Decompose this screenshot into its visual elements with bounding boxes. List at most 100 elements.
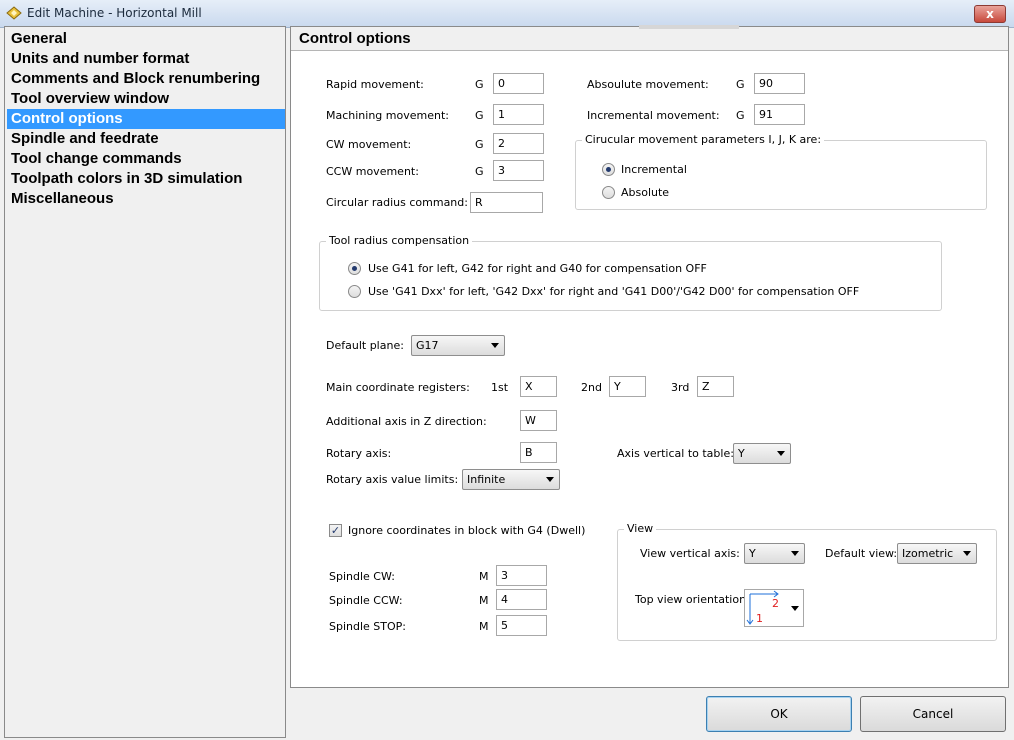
spindle-stop-prefix: M xyxy=(479,620,489,633)
rotary-limits-value: Infinite xyxy=(467,473,506,486)
panel-tab-indicator xyxy=(639,25,739,29)
chevron-down-icon xyxy=(777,451,785,456)
circular-params-group: Cirucular movement parameters I, J, K ar… xyxy=(575,133,987,210)
ijk-absolute-label: Absolute xyxy=(621,186,670,199)
app-icon xyxy=(6,6,22,20)
view-group-title: View xyxy=(624,522,657,535)
chevron-down-icon xyxy=(791,551,799,556)
coordinate-registers-label: Main coordinate registers: xyxy=(326,381,470,394)
view-vertical-axis-label: View vertical axis: xyxy=(640,547,740,560)
cw-g-prefix: G xyxy=(475,138,484,151)
circular-radius-label: Circular radius command: xyxy=(326,196,468,209)
machining-g-prefix: G xyxy=(475,109,484,122)
ijk-incremental-radio[interactable] xyxy=(602,163,615,176)
spindle-ccw-label: Spindle CCW: xyxy=(329,594,403,607)
circular-radius-input[interactable]: R xyxy=(470,192,543,213)
default-plane-select[interactable]: G17 xyxy=(411,335,505,356)
ccw-g-prefix: G xyxy=(475,165,484,178)
control-options-panel: Control options Rapid movement: G 0 Mach… xyxy=(290,25,1009,688)
close-button[interactable]: x xyxy=(974,5,1006,23)
machining-movement-input[interactable]: 1 xyxy=(493,104,544,125)
spindle-cw-input[interactable]: 3 xyxy=(496,565,547,586)
rapid-movement-label: Rapid movement: xyxy=(326,78,424,91)
window-title: Edit Machine - Horizontal Mill xyxy=(27,6,202,20)
rotary-limits-select[interactable]: Infinite xyxy=(462,469,560,490)
rotary-limits-label: Rotary axis value limits: xyxy=(326,473,459,486)
top-view-orientation-label: Top view orientation: xyxy=(635,593,750,606)
ignore-dwell-checkbox[interactable]: ✓ xyxy=(329,524,342,537)
title-bar: Edit Machine - Horizontal Mill x xyxy=(0,0,1014,28)
tool-radius-group: Tool radius compensation Use G41 for lef… xyxy=(319,234,942,311)
default-view-label: Default view: xyxy=(825,547,898,560)
circular-params-title: Cirucular movement parameters I, J, K ar… xyxy=(582,133,825,146)
spindle-stop-input[interactable]: 5 xyxy=(496,615,547,636)
close-icon: x xyxy=(986,7,994,21)
additional-axis-input[interactable]: W xyxy=(520,410,557,431)
spindle-ccw-prefix: M xyxy=(479,594,489,607)
second-register-input[interactable]: Y xyxy=(609,376,646,397)
cw-movement-label: CW movement: xyxy=(326,138,412,151)
absolute-g-prefix: G xyxy=(736,78,745,91)
tool-radius-title: Tool radius compensation xyxy=(326,234,473,247)
ccw-movement-input[interactable]: 3 xyxy=(493,160,544,181)
additional-axis-label: Additional axis in Z direction: xyxy=(326,415,487,428)
incremental-movement-input[interactable]: 91 xyxy=(754,104,805,125)
incremental-g-prefix: G xyxy=(736,109,745,122)
compensation-dxx-radio[interactable] xyxy=(348,285,361,298)
orientation-mark-y: 1 xyxy=(756,612,763,625)
second-register-label: 2nd xyxy=(581,381,602,394)
ignore-dwell-label: Ignore coordinates in block with G4 (Dwe… xyxy=(348,524,586,537)
rotary-axis-label: Rotary axis: xyxy=(326,447,392,460)
chevron-down-icon xyxy=(546,477,554,482)
ijk-absolute-radio[interactable] xyxy=(602,186,615,199)
rapid-movement-input[interactable]: 0 xyxy=(493,73,544,94)
rotary-axis-input[interactable]: B xyxy=(520,442,557,463)
view-group: View View vertical axis: Y Default view:… xyxy=(617,522,997,641)
spindle-ccw-input[interactable]: 4 xyxy=(496,589,547,610)
nav-item-tool-overview[interactable]: Tool overview window xyxy=(7,89,285,109)
axis-vertical-value: Y xyxy=(738,447,745,460)
view-vertical-axis-select[interactable]: Y xyxy=(744,543,805,564)
top-view-orientation-select[interactable]: 2 1 xyxy=(744,589,804,627)
nav-item-tool-change[interactable]: Tool change commands xyxy=(7,149,285,169)
settings-nav: General Units and number format Comments… xyxy=(4,26,286,738)
nav-item-comments[interactable]: Comments and Block renumbering xyxy=(7,69,285,89)
ok-button[interactable]: OK xyxy=(706,696,852,732)
compensation-g40-radio[interactable] xyxy=(348,262,361,275)
absolute-movement-input[interactable]: 90 xyxy=(754,73,805,94)
nav-item-units[interactable]: Units and number format xyxy=(7,49,285,69)
nav-item-miscellaneous[interactable]: Miscellaneous xyxy=(7,189,285,209)
default-plane-value: G17 xyxy=(416,339,439,352)
nav-item-spindle[interactable]: Spindle and feedrate xyxy=(7,129,285,149)
compensation-dxx-label: Use 'G41 Dxx' for left, 'G42 Dxx' for ri… xyxy=(368,285,860,298)
orientation-mark-x: 2 xyxy=(772,597,779,610)
first-register-label: 1st xyxy=(491,381,509,394)
machining-movement-label: Machining movement: xyxy=(326,109,449,122)
axis-vertical-select[interactable]: Y xyxy=(733,443,791,464)
chevron-down-icon xyxy=(963,551,971,556)
compensation-g40-label: Use G41 for left, G42 for right and G40 … xyxy=(368,262,707,275)
view-vertical-axis-value: Y xyxy=(749,547,756,560)
third-register-input[interactable]: Z xyxy=(697,376,734,397)
cancel-button[interactable]: Cancel xyxy=(860,696,1006,732)
nav-item-toolpath-colors[interactable]: Toolpath colors in 3D simulation xyxy=(7,169,285,189)
ccw-movement-label: CCW movement: xyxy=(326,165,419,178)
absolute-movement-label: Absoulute movement: xyxy=(587,78,709,91)
ijk-incremental-label: Incremental xyxy=(621,163,687,176)
axis-vertical-label: Axis vertical to table: xyxy=(617,447,734,460)
nav-item-general[interactable]: General xyxy=(7,29,285,49)
default-plane-label: Default plane: xyxy=(326,339,404,352)
incremental-movement-label: Incremental movement: xyxy=(587,109,720,122)
spindle-cw-prefix: M xyxy=(479,570,489,583)
panel-header: Control options xyxy=(291,25,1008,51)
panel-title: Control options xyxy=(299,30,411,47)
default-view-select[interactable]: Izometric xyxy=(897,543,977,564)
spindle-cw-label: Spindle CW: xyxy=(329,570,395,583)
chevron-down-icon xyxy=(491,343,499,348)
third-register-label: 3rd xyxy=(671,381,690,394)
default-view-value: Izometric xyxy=(902,547,954,560)
first-register-input[interactable]: X xyxy=(520,376,557,397)
spindle-stop-label: Spindle STOP: xyxy=(329,620,406,633)
cw-movement-input[interactable]: 2 xyxy=(493,133,544,154)
nav-item-control-options[interactable]: Control options xyxy=(7,109,285,129)
